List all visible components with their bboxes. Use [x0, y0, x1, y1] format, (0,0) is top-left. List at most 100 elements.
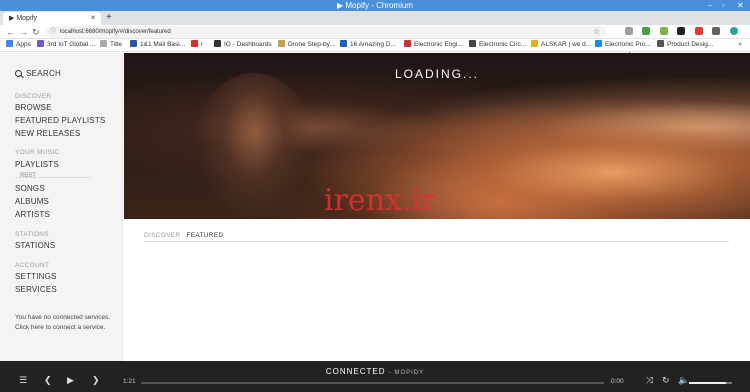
bookmark-item[interactable]: Product Desig...	[657, 39, 713, 51]
bookmark-item[interactable]: Drone Step-by...	[278, 39, 335, 51]
bookmark-item[interactable]: IO - Dashboards	[214, 39, 272, 51]
search-icon	[15, 70, 22, 77]
breadcrumb: DISCOVER FEATURED	[144, 232, 223, 239]
sidebar-item-stations[interactable]: STATIONS	[15, 241, 55, 250]
close-tab-icon[interactable]: ✕	[90, 12, 96, 25]
tab-mopify[interactable]: ▶ Mopify ✕	[3, 12, 101, 25]
camera-extension-icon[interactable]	[625, 27, 633, 35]
shuffle-icon[interactable]: ⤨	[646, 375, 653, 386]
bookmark-item[interactable]: Apps	[6, 39, 31, 51]
info-icon[interactable]: ⓘ	[50, 26, 56, 38]
bookmark-favicon-icon	[340, 40, 347, 47]
red-extension-icon[interactable]	[694, 27, 703, 35]
bookmark-favicon-icon	[100, 40, 107, 47]
sidebar: SEARCH DISCOVER BROWSE FEATURED PLAYLIST…	[0, 53, 123, 361]
tab-label: ▶ Mopify	[9, 15, 37, 22]
sidebar-item-new-releases[interactable]: NEW RELEASES	[15, 129, 81, 138]
window-titlebar: ▶ Mopify - Chromium – ▫ ✕	[0, 0, 750, 11]
extension-icons: ⋮	[625, 27, 750, 54]
sidebar-item-albums[interactable]: ALBUMS	[15, 197, 49, 206]
bookmark-favicon-icon	[278, 40, 285, 47]
section-discover: DISCOVER	[15, 93, 52, 100]
sidebar-item-artists[interactable]: ARTISTS	[15, 210, 50, 219]
watermark: irenx.ir	[324, 183, 436, 218]
green-extension-icon[interactable]	[659, 27, 668, 35]
bookmark-item[interactable]: Electronic Pro...	[595, 39, 651, 51]
sidebar-item-songs[interactable]: SONGS	[15, 184, 45, 193]
player-bar: ☰ ❮ ▶ ❯ CONNECTED - MOPIDY 1:21 0:00 ⤨ ↻…	[0, 361, 750, 392]
apps-grid-icon	[6, 40, 13, 47]
bookmark-star-icon[interactable]: ☆	[593, 26, 600, 38]
loading-text: LOADING...	[394, 67, 479, 81]
bookmarks-overflow-icon[interactable]: »	[738, 39, 742, 51]
sidebar-divider	[15, 177, 90, 178]
bookmark-item[interactable]: Electronic Engi...	[404, 39, 463, 51]
status-source: - MOPIDY	[388, 370, 425, 376]
sidebar-item-browse[interactable]: BROWSE	[15, 103, 52, 112]
bookmark-favicon-icon	[469, 40, 476, 47]
hero-image	[194, 73, 314, 219]
cloud-extension-icon[interactable]	[642, 27, 651, 35]
bookmark-favicon-icon	[404, 40, 411, 47]
reload-icon[interactable]: ↻	[32, 26, 40, 38]
bookmark-item[interactable]: Electronic Circ...	[469, 39, 526, 51]
section-stations: STATIONS	[15, 231, 49, 238]
close-window-icon[interactable]: ✕	[737, 0, 744, 11]
new-tab-icon[interactable]: +	[106, 12, 112, 24]
bookmark-favicon-icon	[37, 40, 44, 47]
window-title: ▶ Mopify - Chromium	[337, 1, 413, 10]
bookmark-favicon-icon	[130, 40, 137, 47]
teal-extension-icon[interactable]	[729, 27, 738, 35]
breadcrumb-discover[interactable]: DISCOVER	[144, 232, 180, 239]
maximize-icon[interactable]: ▫	[722, 0, 725, 11]
play-icon[interactable]: ▶	[67, 375, 74, 386]
previous-icon[interactable]: ❮	[44, 375, 52, 386]
repeat-icon[interactable]: ↻	[662, 375, 670, 386]
connect-service-note[interactable]: You have no connected services. Click he…	[15, 313, 115, 332]
queue-menu-icon[interactable]: ☰	[19, 375, 27, 386]
duration-time: 0:00	[611, 378, 624, 385]
navigation-bar: ← → ↻ ⓘ localhost:6680/mopify/#/discover…	[0, 25, 750, 54]
bookmark-item[interactable]: 1&1 Mail Basi...	[130, 39, 185, 51]
gmail-icon	[191, 40, 198, 47]
url-text: localhost:6680/mopify/#/discover/feature…	[60, 29, 171, 35]
bookmark-favicon-icon	[595, 40, 602, 47]
elapsed-time: 1:21	[123, 378, 136, 385]
bookmarks-bar: Apps 3rd IoT Global ... Title 1&1 Mail B…	[0, 39, 750, 52]
forward-icon[interactable]: →	[19, 26, 28, 38]
main-content: LOADING... irenx.ir DISCOVER FEATURED	[124, 53, 750, 361]
hero-banner: LOADING... irenx.ir	[124, 53, 750, 219]
bookmark-favicon-icon	[531, 40, 538, 47]
sidebar-subitem-playlist[interactable]: REST	[20, 173, 36, 179]
breadcrumb-featured: FEATURED	[186, 232, 224, 239]
bookmark-favicon-icon	[657, 40, 664, 47]
volume-fill	[689, 382, 726, 384]
bookmark-item[interactable]: 16 Amazing D...	[340, 39, 396, 51]
back-icon[interactable]: ←	[6, 26, 15, 38]
sidebar-search[interactable]: SEARCH	[15, 69, 61, 78]
dark-extension-icon[interactable]	[677, 27, 686, 35]
bookmark-item[interactable]: 3rd IoT Global ...	[37, 39, 95, 51]
bookmark-item[interactable]: r	[191, 39, 203, 51]
content-divider	[144, 241, 729, 242]
connection-status: CONNECTED - MOPIDY	[0, 367, 750, 376]
next-icon[interactable]: ❯	[92, 375, 100, 386]
bookmark-item[interactable]: ALSKAR | we d...	[531, 39, 591, 51]
section-your-music: YOUR MUSIC	[15, 149, 60, 156]
sidebar-item-services[interactable]: SERVICES	[15, 285, 57, 294]
volume-slider[interactable]	[689, 382, 732, 384]
gray-extension-icon[interactable]	[712, 27, 721, 35]
address-bar[interactable]: ⓘ localhost:6680/mopify/#/discover/featu…	[46, 26, 606, 38]
search-label: SEARCH	[26, 69, 62, 78]
sidebar-item-settings[interactable]: SETTINGS	[15, 272, 57, 281]
minimize-icon[interactable]: –	[708, 0, 712, 11]
status-text: CONNECTED	[325, 367, 386, 376]
tab-strip: ▶ Mopify ✕ +	[0, 11, 750, 25]
sidebar-item-featured-playlists[interactable]: FEATURED PLAYLISTS	[15, 116, 105, 125]
volume-icon[interactable]: 🔈	[678, 375, 689, 386]
bookmark-item[interactable]: Title	[100, 39, 122, 51]
section-account: ACCOUNT	[15, 262, 50, 269]
bookmark-favicon-icon	[214, 40, 221, 47]
progress-bar[interactable]	[141, 382, 604, 384]
sidebar-item-playlists[interactable]: PLAYLISTS	[15, 160, 59, 169]
